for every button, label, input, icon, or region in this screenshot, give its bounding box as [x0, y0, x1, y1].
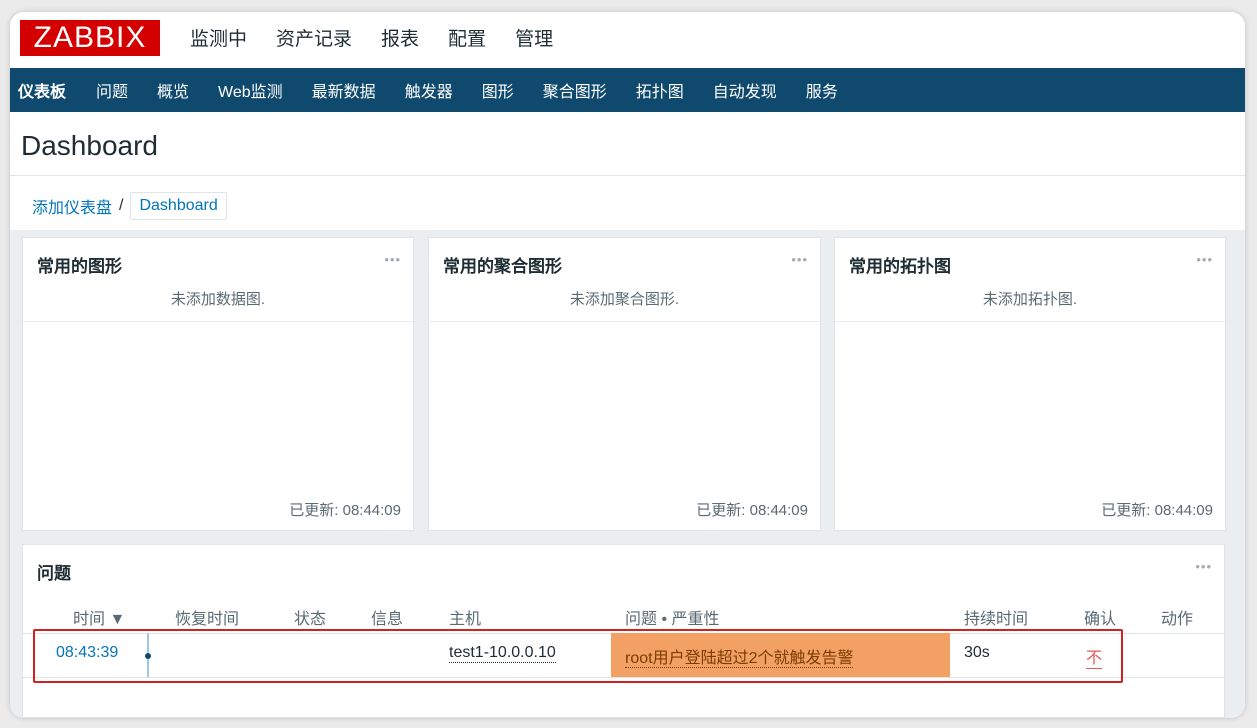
top-menu: 监测中 资产记录 报表 配置 管理 [190, 24, 582, 51]
column-info: 信息 [371, 611, 404, 628]
problem-ack-link[interactable]: 不 [1086, 644, 1103, 669]
problem-host-link[interactable]: test1-10.0.0.10 [449, 644, 556, 663]
sub-nav-discovery[interactable]: 自动发现 [713, 78, 777, 102]
page-title: Dashboard [21, 130, 158, 161]
widget-favorite-screens: 常用的聚合图形 ••• 未添加聚合图形. 已更新: 08:44:09 [428, 237, 821, 531]
widget-updated-time: 已更新: 08:44:09 [289, 502, 401, 519]
breadcrumb-add-dashboard[interactable]: 添加仪表盘 [32, 194, 112, 218]
column-recovery-time: 恢复时间 [175, 611, 240, 628]
top-menu-reports[interactable]: 报表 [381, 24, 419, 51]
widget-empty-message: 未添加拓扑图. [835, 288, 1225, 322]
top-menu-configuration[interactable]: 配置 [448, 24, 486, 51]
column-ack: 确认 [1084, 611, 1117, 628]
sub-nav-triggers[interactable]: 触发器 [405, 78, 453, 102]
sub-nav: 仪表板 问题 概览 Web监测 最新数据 触发器 图形 聚合图形 拓扑图 自动发… [10, 68, 1245, 112]
column-problem-severity: 问题 • 严重性 [625, 611, 720, 628]
widget-updated-time: 已更新: 08:44:09 [696, 502, 808, 519]
column-actions: 动作 [1161, 611, 1194, 628]
widget-updated-time: 已更新: 08:44:09 [1101, 502, 1213, 519]
widget-title: 问题 [37, 564, 71, 583]
column-duration: 持续时间 [964, 611, 1029, 628]
timeline-dot-icon [145, 653, 151, 659]
widget-favorite-maps: 常用的拓扑图 ••• 未添加拓扑图. 已更新: 08:44:09 [834, 237, 1226, 531]
sub-nav-overview[interactable]: 概览 [157, 78, 189, 102]
widget-empty-message: 未添加数据图. [23, 288, 413, 322]
zabbix-logo[interactable]: ZABBIX [20, 20, 160, 56]
top-menu-inventory[interactable]: 资产记录 [276, 24, 352, 51]
column-host: 主机 [449, 611, 482, 628]
sub-nav-screens[interactable]: 聚合图形 [543, 78, 607, 102]
more-icon[interactable]: ••• [384, 252, 401, 267]
problem-severity-cell[interactable]: root用户登陆超过2个就触发告警 [611, 633, 950, 677]
sub-nav-latest-data[interactable]: 最新数据 [312, 78, 376, 102]
widget-title: 常用的拓扑图 [849, 257, 951, 276]
column-status: 状态 [294, 611, 327, 628]
sub-nav-web[interactable]: Web监测 [218, 78, 283, 102]
header-divider [10, 175, 1245, 176]
widget-favorite-graphs: 常用的图形 ••• 未添加数据图. 已更新: 08:44:09 [22, 237, 414, 531]
problem-duration: 30s [964, 644, 990, 661]
top-bar: ZABBIX 监测中 资产记录 报表 配置 管理 [10, 12, 1245, 67]
widget-problems: 问题 ••• 时间 ▼ 恢复时间 状态 信息 主机 问题 • 严重性 持续时间 … [22, 544, 1225, 718]
top-menu-monitoring[interactable]: 监测中 [190, 24, 247, 51]
breadcrumb: 添加仪表盘 / Dashboard [32, 192, 227, 220]
sub-nav-maps[interactable]: 拓扑图 [636, 78, 684, 102]
more-icon[interactable]: ••• [1195, 559, 1212, 574]
table-row-divider [23, 677, 1224, 678]
table-row: 08:43:39 test1-10.0.0.10 root用户登陆超过2个就触发… [23, 633, 1224, 677]
sub-nav-services[interactable]: 服务 [806, 78, 838, 102]
widget-title: 常用的聚合图形 [443, 257, 562, 276]
more-icon[interactable]: ••• [1196, 252, 1213, 267]
widget-title: 常用的图形 [37, 257, 122, 276]
sub-nav-dashboard[interactable]: 仪表板 [18, 78, 66, 102]
browser-frame: ZABBIX 监测中 资产记录 报表 配置 管理 仪表板 问题 概览 Web监测… [10, 12, 1245, 718]
table-header: 时间 ▼ 恢复时间 状态 信息 主机 问题 • 严重性 持续时间 确认 动作 [23, 603, 1224, 633]
breadcrumb-current-dashboard[interactable]: Dashboard [130, 192, 227, 220]
breadcrumb-separator: / [119, 197, 124, 214]
more-icon[interactable]: ••• [791, 252, 808, 267]
widget-empty-message: 未添加聚合图形. [429, 288, 820, 322]
problem-name: root用户登陆超过2个就触发告警 [625, 650, 854, 668]
problem-time-link[interactable]: 08:43:39 [56, 644, 118, 662]
top-menu-administration[interactable]: 管理 [515, 24, 553, 51]
sub-nav-graphs[interactable]: 图形 [482, 78, 514, 102]
column-time[interactable]: 时间 ▼ [73, 605, 125, 629]
sub-nav-problems[interactable]: 问题 [96, 78, 128, 102]
